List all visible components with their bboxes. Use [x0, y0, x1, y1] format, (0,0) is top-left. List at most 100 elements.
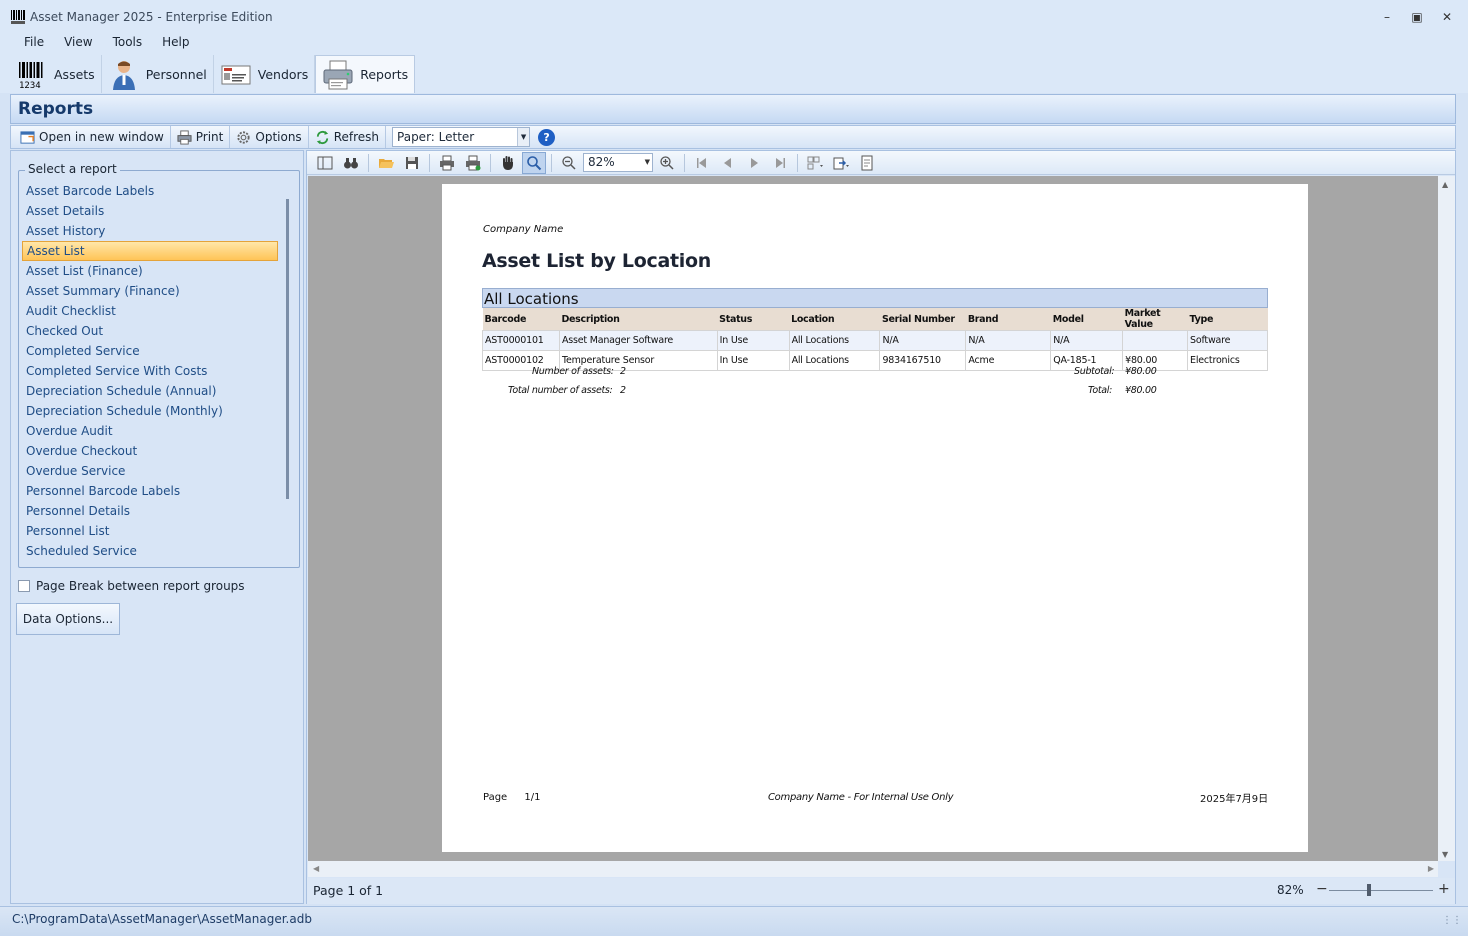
report-list-item[interactable]: Asset Barcode Labels [22, 181, 278, 201]
report-list-item[interactable]: Completed Service With Costs [22, 361, 278, 381]
report-cell: N/A [965, 330, 1052, 351]
zoom-level-value: 82% [588, 155, 615, 169]
report-list-item[interactable]: Overdue Checkout [22, 441, 278, 461]
print-preview-button[interactable] [435, 152, 459, 174]
report-row: AST0000101 Asset Manager Software In Use Al… [482, 330, 1268, 351]
report-list-item[interactable]: Depreciation Schedule (Monthly) [22, 401, 278, 421]
module-tab-label: Reports [360, 67, 409, 82]
menu-help[interactable]: Help [152, 33, 199, 55]
zoom-in-icon [660, 155, 674, 170]
report-list-item[interactable]: Scheduled Service [22, 541, 278, 561]
module-tab-personnel[interactable]: Personnel [102, 55, 214, 93]
report-list-item[interactable]: Audit Checklist [22, 301, 278, 321]
print-button[interactable]: Print [171, 126, 231, 148]
print-icon [177, 129, 192, 145]
print-icon [440, 155, 454, 170]
zoom-in-button[interactable] [655, 152, 679, 174]
total-number-of-assets-value: 2 [620, 385, 626, 396]
scroll-left-icon[interactable]: ◀ [313, 864, 319, 873]
report-list-item[interactable]: Asset History [22, 221, 278, 241]
report-cell: Acme [965, 350, 1052, 371]
page-icon [861, 155, 873, 170]
menu-view[interactable]: View [54, 33, 102, 55]
paper-size-select[interactable]: Paper: Letter ▼ [392, 127, 531, 147]
report-list-item[interactable]: Overdue Audit [22, 421, 278, 441]
report-footer-center: Company Name - For Internal Use Only [768, 792, 954, 803]
window-title: Asset Manager 2025 - Enterprise Edition [30, 10, 273, 24]
page-break-checkbox[interactable] [18, 580, 30, 592]
report-list-item[interactable]: Completed Service [22, 341, 278, 361]
report-list-item[interactable]: Depreciation Schedule (Annual) [22, 381, 278, 401]
report-list-item[interactable]: Asset Summary (Finance) [22, 281, 278, 301]
menu-file[interactable]: File [14, 33, 54, 55]
save-button[interactable] [400, 152, 424, 174]
report-column-header: Barcode [482, 308, 560, 331]
subtotal-label: Subtotal: [1074, 366, 1115, 377]
zoom-tool-button[interactable] [522, 151, 546, 174]
module-tab-assets[interactable]: 1234 Assets [10, 55, 102, 93]
scroll-right-icon[interactable]: ▶ [1428, 864, 1434, 873]
zoom-slider-thumb[interactable] [1366, 884, 1371, 896]
preview-canvas[interactable]: Company Name Asset List by Location All … [308, 176, 1438, 861]
preview-horizontal-scrollbar[interactable]: ◀ ▶ [308, 861, 1438, 877]
data-options-button[interactable]: Data Options... [16, 603, 120, 635]
report-list-item[interactable]: Asset Details [22, 201, 278, 221]
page-indicator: Page 1 of 1 [313, 883, 384, 898]
last-page-icon [776, 157, 785, 168]
options-button[interactable]: Options [230, 126, 309, 148]
open-file-button[interactable] [374, 152, 398, 174]
printer-icon [323, 60, 353, 89]
first-page-button[interactable] [690, 152, 714, 174]
menu-tools[interactable]: Tools [103, 33, 153, 55]
report-list-item[interactable]: Personnel Barcode Labels [22, 481, 278, 501]
zoom-out-button[interactable] [557, 152, 581, 174]
new-window-icon [20, 130, 35, 144]
close-button[interactable]: ✕ [1436, 8, 1458, 26]
zoom-level-select[interactable]: 82% ▼ [583, 153, 653, 172]
scroll-up-icon[interactable]: ▲ [1442, 180, 1448, 189]
multi-page-button[interactable] [803, 152, 827, 174]
preview-vertical-scrollbar[interactable]: ▲ ▼ [1438, 176, 1455, 861]
select-report-group: Select a report Asset Barcode Labels Asse… [18, 162, 300, 568]
report-list-item[interactable]: Overdue Service [22, 461, 278, 481]
minimize-button[interactable]: – [1376, 8, 1398, 26]
status-zoom-value: 82% [1277, 883, 1304, 897]
chevron-down-icon: ▼ [517, 128, 530, 146]
vendor-card-icon [221, 65, 251, 85]
report-cell: Asset Manager Software [558, 330, 718, 351]
page-break-option[interactable]: Page Break between report groups [18, 579, 245, 593]
zoom-slider-plus-icon[interactable]: + [1438, 881, 1450, 897]
report-list-item[interactable]: Personnel Details [22, 501, 278, 521]
zoom-slider-minus-icon[interactable]: − [1316, 881, 1328, 897]
export-button[interactable] [829, 152, 853, 174]
page-setup-button[interactable] [855, 152, 879, 174]
hand-tool-button[interactable] [496, 152, 520, 174]
report-list-item[interactable]: Asset List (Finance) [22, 261, 278, 281]
report-list-scrollbar[interactable] [286, 199, 289, 499]
gear-icon [237, 130, 250, 144]
next-page-button[interactable] [742, 152, 766, 174]
section-title: Reports [18, 99, 94, 119]
module-tab-reports[interactable]: Reports [315, 55, 416, 93]
report-list-item[interactable]: Asset List [22, 241, 278, 261]
last-page-button[interactable] [768, 152, 792, 174]
maximize-button[interactable]: ▣ [1406, 8, 1428, 26]
report-cell: AST0000101 [482, 330, 560, 351]
total-label: Total: [1088, 385, 1113, 396]
quick-print-button[interactable] [461, 152, 485, 174]
open-new-window-button[interactable]: Open in new window [14, 126, 171, 148]
scroll-down-icon[interactable]: ▼ [1442, 850, 1448, 859]
report-column-header: Model [1050, 308, 1123, 331]
report-group-name: All Locations [484, 290, 579, 308]
export-icon [833, 157, 849, 169]
report-list-item[interactable]: Personnel List [22, 521, 278, 541]
zoom-slider-track[interactable] [1329, 890, 1433, 891]
toggle-sidebar-button[interactable] [313, 152, 337, 174]
module-tab-vendors[interactable]: Vendors [214, 55, 316, 93]
find-button[interactable] [339, 152, 363, 174]
refresh-button[interactable]: Refresh [309, 126, 387, 148]
previous-page-button[interactable] [716, 152, 740, 174]
help-icon[interactable]: ? [538, 128, 556, 146]
report-list-item[interactable]: Checked Out [22, 321, 278, 341]
resize-grip-icon[interactable]: ⋮⋮ [1442, 915, 1462, 926]
